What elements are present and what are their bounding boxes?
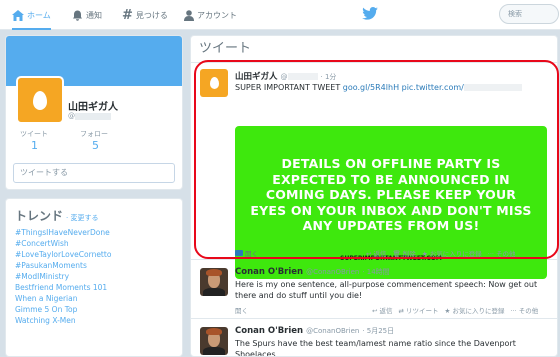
tweet-author-handle[interactable]: @	[281, 73, 288, 81]
profile-handle: @	[68, 112, 111, 120]
nav-notifications[interactable]: 通知	[72, 0, 102, 30]
open-button[interactable]: 開く	[235, 305, 248, 315]
tweet-image-text: DETAILS ON OFFLINE PARTY IS EXPECTED TO …	[250, 156, 532, 233]
search-input[interactable]: 検索	[499, 4, 559, 24]
image-icon	[235, 250, 243, 256]
tweet-author-name[interactable]: Conan O'Brien	[235, 326, 303, 336]
twitter-bird-icon[interactable]	[362, 7, 378, 20]
trends-change-link[interactable]: · 変更する	[66, 214, 98, 222]
nav-discover[interactable]: # 見つける	[122, 0, 168, 30]
tweet-author-name[interactable]: 山田ギガ人	[235, 72, 278, 82]
nav-home-active-indicator	[12, 28, 51, 30]
nav-account-label: アカウント	[197, 10, 237, 20]
retweet-button-label: リツイート	[406, 307, 439, 315]
tweet-author-handle[interactable]: @ConanOBrien	[306, 327, 359, 335]
trend-item[interactable]: When a Nigerian	[15, 293, 173, 304]
reply-button-label: 返信	[373, 250, 387, 258]
reply-button[interactable]: ↩ 返信	[372, 305, 393, 315]
timeline-header: ツイート	[191, 36, 557, 63]
tweet-actions: 開く ↩ 返信 ⇄ リツイート ★ お気に入りに登録 ··· その他	[235, 305, 538, 315]
avatar-shape	[203, 347, 225, 355]
tweet-avatar[interactable]	[200, 69, 228, 97]
avatar-shape	[206, 269, 222, 276]
profile-card: 山田ギガ人 @ ツイート 1 フォロー 5 ツイートする	[5, 35, 183, 190]
trend-item[interactable]: Bestfriend Moments 101	[15, 282, 173, 293]
egg-icon	[33, 90, 47, 110]
egg-icon	[209, 77, 219, 89]
more-button[interactable]: ··· その他	[488, 248, 516, 258]
open-button-label: 開く	[245, 250, 258, 258]
person-icon	[184, 9, 194, 21]
trend-item[interactable]: #LoveTaylorLoveCornetto	[15, 249, 173, 260]
nav-home-label: ホーム	[27, 10, 51, 20]
top-nav-bar: ホーム 通知 # 見つける アカウント 検索	[0, 0, 560, 30]
tweet-header: Conan O'Brien @ConanOBrien · 5月25日	[235, 326, 394, 336]
tweet-timestamp[interactable]: · 5月25日	[362, 327, 394, 335]
nav-account[interactable]: アカウント	[184, 0, 237, 30]
bell-icon	[73, 10, 82, 21]
more-button-label: その他	[496, 250, 516, 258]
trends-title-text: トレンド	[15, 209, 64, 223]
tweet-avatar[interactable]	[200, 268, 228, 296]
reply-button-label: 返信	[379, 307, 393, 315]
favorite-button-label: お気に入りに登録	[429, 250, 482, 258]
retweet-button[interactable]: ⇄ リツイート	[399, 305, 439, 315]
tweet-timestamp[interactable]: · 14時間	[362, 268, 389, 276]
following-count[interactable]: 5	[92, 139, 99, 152]
trend-item[interactable]: #ConcertWish	[15, 238, 173, 249]
more-button-label: その他	[518, 307, 539, 315]
profile-name[interactable]: 山田ギガ人	[68, 98, 118, 113]
more-button[interactable]: ··· その他	[510, 305, 538, 315]
avatar-shape	[206, 328, 222, 335]
tweets-count-label: ツイート	[20, 130, 48, 138]
open-button[interactable]: 開く	[235, 248, 258, 258]
nav-notifications-label: 通知	[86, 10, 102, 20]
nav-discover-label: 見つける	[135, 10, 168, 20]
handle-redaction	[75, 112, 111, 120]
favorite-button-label: お気に入りに登録	[452, 307, 505, 315]
timeline: ツイート 山田ギガ人 @ · 1分 SUPER IMPORTANT TWEET go…	[190, 35, 558, 357]
trend-item[interactable]: #ThingsIHaveNeverDone	[15, 227, 173, 238]
trend-list: #ThingsIHaveNeverDone #ConcertWish #Love…	[15, 227, 173, 326]
compose-tweet-input[interactable]: ツイートする	[13, 163, 175, 183]
trend-item[interactable]: #PasukanMoments	[15, 260, 173, 271]
tweet-header: Conan O'Brien @ConanOBrien · 14時間	[235, 267, 390, 277]
hash-icon: #	[122, 7, 133, 23]
tweet-item[interactable]: Conan O'Brien @ConanOBrien · 14時間 Here is …	[191, 261, 557, 319]
trend-item[interactable]: Gimme 5 On Top	[15, 304, 173, 315]
home-icon	[12, 9, 24, 21]
trends-title: トレンド · 変更する	[15, 207, 173, 224]
trends-panel: トレンド · 変更する #ThingsIHaveNeverDone #Concer…	[5, 198, 183, 357]
link-redaction	[463, 84, 522, 91]
tweet-author-name[interactable]: Conan O'Brien	[235, 267, 303, 277]
profile-avatar[interactable]	[16, 76, 64, 124]
trend-item[interactable]: Watching X-Men	[15, 315, 173, 326]
tweet-author-handle[interactable]: @ConanOBrien	[306, 268, 359, 276]
reply-button[interactable]: ↩ 返信	[366, 248, 387, 258]
tweet-text: The Spurs have the best team/lamest name…	[235, 339, 516, 357]
tweet-timestamp[interactable]: · 1分	[321, 73, 337, 81]
tweet-text: Here is my one sentence, all-purpose com…	[235, 280, 538, 300]
following-count-label: フォロー	[80, 130, 108, 138]
tweet-avatar[interactable]	[200, 327, 228, 355]
favorite-button[interactable]: ★ お気に入りに登録	[422, 248, 482, 258]
tweet-item[interactable]: 山田ギガ人 @ · 1分 SUPER IMPORTANT TWEET goo.gl/…	[191, 64, 557, 279]
nav-home[interactable]: ホーム	[12, 0, 51, 30]
tweet-item[interactable]: Conan O'Brien @ConanOBrien · 5月25日 The Spu…	[191, 320, 557, 357]
delete-button-label: 削除	[402, 250, 416, 258]
tweet-actions: 開く ↩ 返信 🗑 削除 ★ お気に入りに登録 ··· その他	[235, 248, 516, 258]
tweet-link[interactable]: goo.gl/5R4lhH pic.twitter.com/	[343, 83, 464, 92]
profile-handle-text: @	[68, 112, 75, 120]
tweet-header: 山田ギガ人 @ · 1分	[235, 70, 336, 82]
favorite-button[interactable]: ★ お気に入りに登録	[445, 305, 505, 315]
tweet-text: SUPER IMPORTANT TWEET goo.gl/5R4lhH pic.…	[235, 82, 522, 93]
delete-button[interactable]: 🗑 削除	[393, 248, 416, 258]
tweet-text-body: SUPER IMPORTANT TWEET	[235, 83, 343, 92]
handle-redaction	[287, 73, 318, 80]
trend-item[interactable]: #ModIMinistry	[15, 271, 173, 282]
tweets-count[interactable]: 1	[31, 139, 38, 152]
avatar-shape	[203, 288, 225, 296]
